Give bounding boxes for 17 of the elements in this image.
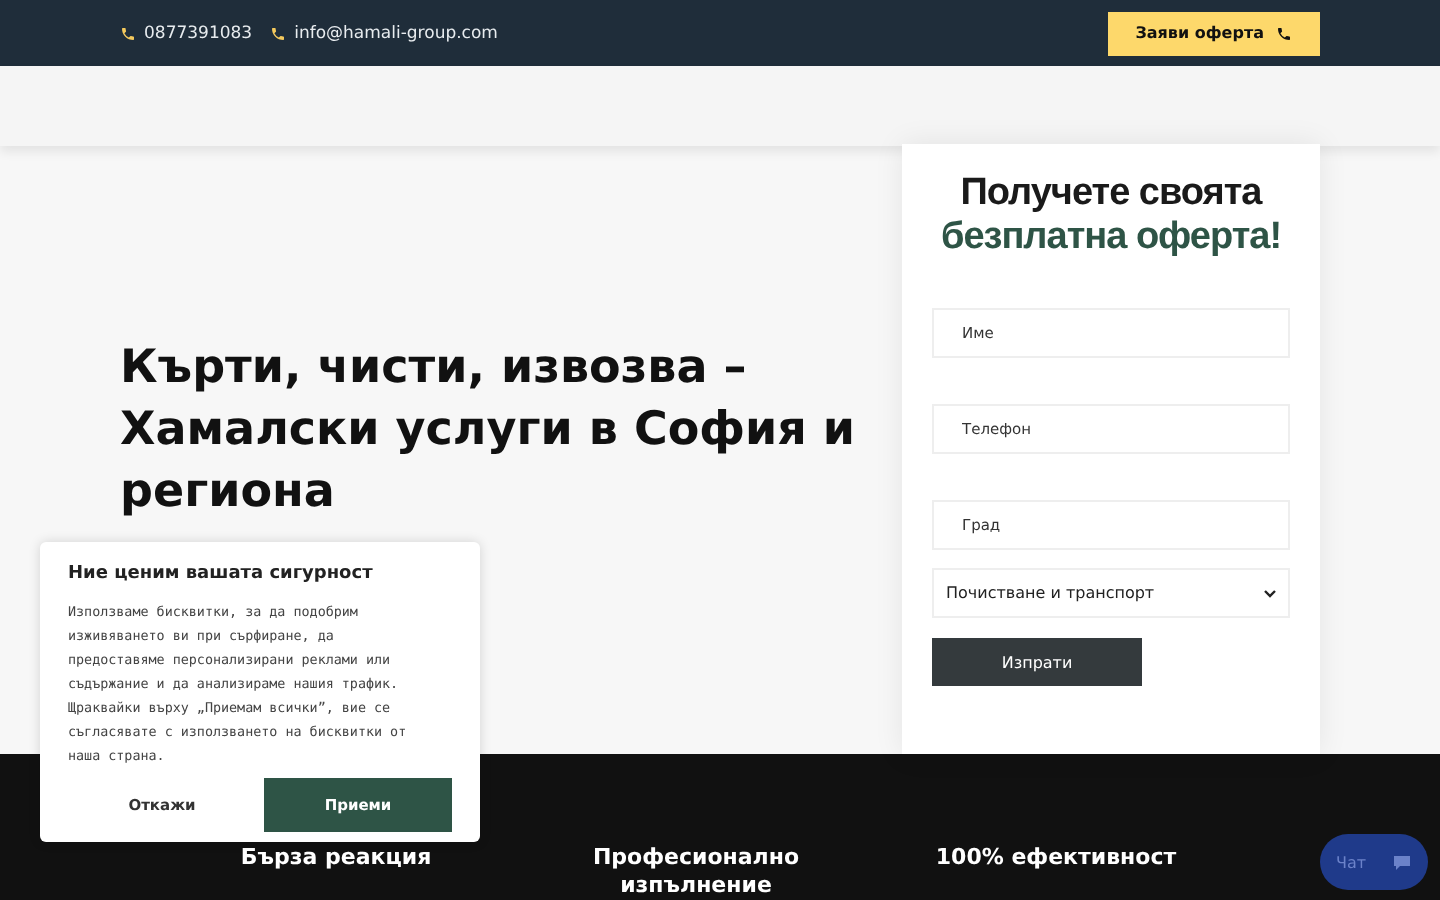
cookie-title: Ние ценим вашата сигурност — [68, 564, 375, 584]
chat-bubble-icon — [1392, 853, 1412, 871]
email-address[interactable]: info@hamali-group.com — [270, 23, 498, 43]
form-title: Получете своята — [958, 172, 1265, 216]
hero-heading: Кърти, чисти, извозва – Хамалски услуги в София и региона — [120, 339, 857, 521]
phone-icon — [270, 25, 287, 41]
chevron-down-icon — [1264, 589, 1276, 597]
submit-button[interactable]: Изпрати — [932, 638, 1142, 686]
feature-title: Бърза реакция — [238, 844, 434, 874]
phone-number[interactable]: 0877391083 — [120, 23, 253, 43]
request-quote-button[interactable]: Заяви оферта — [1107, 11, 1320, 55]
phone-icon — [1276, 25, 1292, 41]
feature-title: 100% ефективност — [933, 844, 1179, 874]
phone-icon — [120, 25, 136, 41]
service-select[interactable]: Почистване и транспорт — [932, 568, 1290, 618]
feature-title: Професионално изпълнение — [590, 844, 802, 900]
form-subtitle: безплатна оферта! — [938, 216, 1284, 260]
